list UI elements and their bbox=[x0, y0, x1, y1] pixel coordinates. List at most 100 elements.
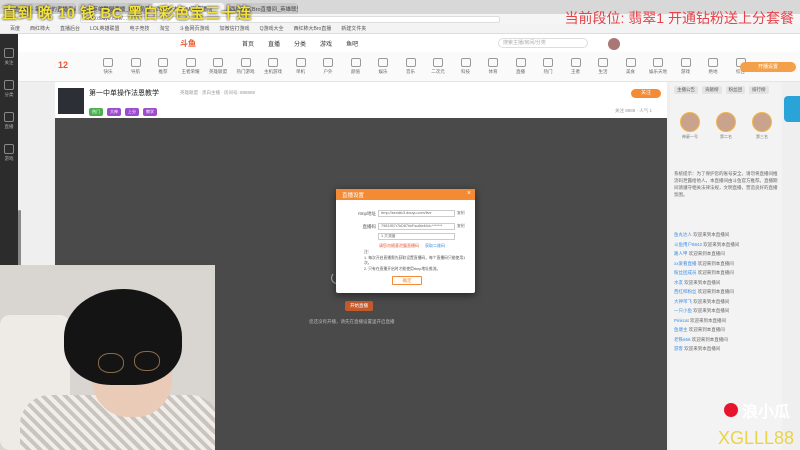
category-item[interactable]: 音乐 bbox=[397, 58, 425, 75]
nav-item[interactable]: 首页 bbox=[242, 39, 254, 48]
category-icon bbox=[350, 58, 361, 67]
category-item[interactable]: 单机 bbox=[287, 58, 315, 75]
chat-user[interactable]: 鱼塘主 bbox=[674, 327, 688, 332]
chat-user[interactable]: 鱼丸达人 bbox=[674, 232, 692, 237]
category-item[interactable]: 娱乐天地 bbox=[644, 58, 672, 75]
bookmark-item[interactable]: 电子竞技 bbox=[130, 25, 150, 32]
chat-text: 欢迎来到本直播间 bbox=[697, 270, 734, 275]
site-logo[interactable]: 斗鱼 bbox=[180, 38, 196, 49]
ranking-list: 神豪一号 第二名 第三名 bbox=[672, 112, 780, 162]
chat-user[interactable]: 游客 bbox=[674, 346, 683, 351]
category-icon bbox=[598, 58, 608, 67]
category-item[interactable]: 导航 bbox=[122, 58, 150, 75]
room-tag[interactable]: 上分 bbox=[125, 108, 139, 116]
bookmark-item[interactable]: 西红柿大Bro直播 bbox=[293, 25, 331, 32]
category-item[interactable]: 直播 bbox=[507, 58, 535, 75]
category-item[interactable]: 游戏 bbox=[672, 58, 700, 75]
category-item[interactable]: 颜值 bbox=[342, 58, 370, 75]
category-item[interactable]: 推荐 bbox=[149, 58, 177, 75]
grid-icon[interactable] bbox=[4, 80, 14, 90]
quality-select[interactable]: 1 大流量 bbox=[378, 233, 455, 240]
bookmark-item[interactable]: 新建文件夹 bbox=[341, 25, 366, 32]
category-item[interactable]: 英雄联盟 bbox=[204, 58, 232, 75]
category-icon bbox=[653, 58, 663, 67]
category-item[interactable]: 二次元 bbox=[424, 58, 452, 75]
rtmp-field[interactable]: rtmp://sendtc3.douyu.com/live bbox=[378, 210, 455, 217]
chat-user[interactable]: 老铁666 bbox=[674, 337, 691, 342]
category-item[interactable]: 户外 bbox=[314, 58, 342, 75]
chat-user[interactable]: 斗鱼用户8842 bbox=[674, 242, 702, 247]
category-item[interactable]: 体育 bbox=[479, 58, 507, 75]
category-label: 王者 bbox=[571, 69, 580, 74]
bookmark-item[interactable]: 百度 bbox=[10, 25, 20, 32]
chat-user[interactable]: 粉丝团成员 bbox=[674, 270, 697, 275]
bookmark-item[interactable]: 直播后台 bbox=[60, 25, 80, 32]
right-panel: 主播公告 贡献榜 粉丝团 排行榜 神豪一号 第二名 第三名 系统提示：为了保护您… bbox=[670, 82, 782, 450]
chat-user[interactable]: xx爱看直播 bbox=[674, 261, 697, 266]
qrcode-link[interactable]: 获取二维码 bbox=[425, 243, 445, 248]
category-item[interactable]: 王者荣耀 bbox=[177, 58, 205, 75]
chat-user[interactable]: 一只小鱼 bbox=[674, 308, 692, 313]
category-label: 二次元 bbox=[431, 69, 445, 74]
nav-item[interactable]: 游戏 bbox=[320, 39, 332, 48]
chat-user[interactable]: Pinkcat bbox=[674, 318, 689, 323]
bookmark-item[interactable]: 西红柿大 bbox=[30, 25, 50, 32]
nav-item[interactable]: 鱼吧 bbox=[346, 39, 358, 48]
chat-text: 欢迎来到本直播间 bbox=[693, 308, 730, 313]
code-field[interactable]: 7981957r7kD87hkFsu6le46d=******* bbox=[378, 223, 455, 230]
gamepad-icon[interactable] bbox=[4, 144, 14, 154]
scrollbar[interactable] bbox=[18, 210, 21, 270]
tab-fans[interactable]: 粉丝团 bbox=[725, 86, 745, 94]
room-tag[interactable]: 大神 bbox=[107, 108, 121, 116]
category-item[interactable]: 热门游戏 bbox=[232, 58, 260, 75]
category-item[interactable]: 主机游戏 bbox=[259, 58, 287, 75]
chat-text: 欢迎来到本直播间 bbox=[691, 336, 728, 342]
tab-contribution[interactable]: 贡献榜 bbox=[702, 86, 722, 94]
rank-item[interactable]: 第三名 bbox=[748, 112, 776, 162]
category-label: 主机游戏 bbox=[264, 69, 282, 74]
code-copy-button[interactable]: 复制 bbox=[457, 224, 465, 229]
bookmark-item[interactable]: Q游戏大全 bbox=[260, 25, 284, 32]
category-icon bbox=[708, 58, 718, 67]
tv-icon[interactable] bbox=[4, 112, 14, 122]
confirm-button[interactable]: 确定 bbox=[392, 276, 422, 285]
start-live-button[interactable]: 开始直播 bbox=[345, 301, 373, 311]
chat-user[interactable]: 路人甲 bbox=[674, 251, 688, 256]
rtmp-copy-button[interactable]: 复制 bbox=[457, 211, 465, 216]
avatar[interactable] bbox=[608, 38, 620, 50]
category-item[interactable]: 生活 bbox=[589, 58, 617, 75]
search-input[interactable]: 搜索主播/房间/分类 bbox=[498, 38, 588, 48]
tab-notice[interactable]: 主播公告 bbox=[674, 86, 698, 94]
room-tag[interactable]: 教学 bbox=[143, 108, 157, 116]
heart-icon[interactable] bbox=[4, 48, 14, 58]
stream-overlay-rank: 当前段位: 翡翠1 开通钻粉送上分套餐 bbox=[564, 10, 794, 26]
category-item[interactable]: 绝地 bbox=[699, 58, 727, 75]
category-item[interactable]: 娱乐 bbox=[369, 58, 397, 75]
bookmark-item[interactable]: 淘宝 bbox=[160, 25, 170, 32]
category-label: 娱乐天地 bbox=[649, 69, 667, 74]
nav-item[interactable]: 直播 bbox=[268, 39, 280, 48]
room-tag[interactable]: 热门 bbox=[89, 108, 103, 116]
category-item[interactable]: 快乐 bbox=[94, 58, 122, 75]
settings-button[interactable]: 开播设置 bbox=[740, 62, 796, 72]
category-item[interactable]: 科技 bbox=[452, 58, 480, 75]
tab-ranking[interactable]: 排行榜 bbox=[749, 86, 769, 94]
bookmark-item[interactable]: 加微信打游戏 bbox=[220, 25, 250, 32]
rank-item[interactable]: 神豪一号 bbox=[676, 112, 704, 162]
side-float-avatar[interactable] bbox=[784, 96, 800, 122]
nav-item[interactable]: 分类 bbox=[294, 39, 306, 48]
chat-user[interactable]: 大神带飞 bbox=[674, 299, 692, 304]
glasses bbox=[98, 353, 124, 373]
bookmark-item[interactable]: 斗鱼网页游戏 bbox=[180, 25, 210, 32]
chat-user[interactable]: 水友 bbox=[674, 280, 683, 285]
category-item[interactable]: 美食 bbox=[617, 58, 645, 75]
brand-watermark: 浪小瓜 bbox=[723, 398, 790, 422]
rank-item[interactable]: 第二名 bbox=[712, 112, 740, 162]
category-item[interactable]: 王者 bbox=[562, 58, 590, 75]
bookmark-item[interactable]: LOL英雄联盟 bbox=[90, 25, 119, 32]
chat-message: 一只小鱼 欢迎来到本直播间 bbox=[674, 308, 778, 314]
close-icon[interactable]: × bbox=[467, 190, 471, 197]
follow-button[interactable]: 关注 bbox=[631, 89, 661, 98]
category-item[interactable]: 热门 bbox=[534, 58, 562, 75]
chat-user[interactable]: 西红柿粉丝 bbox=[674, 289, 697, 294]
